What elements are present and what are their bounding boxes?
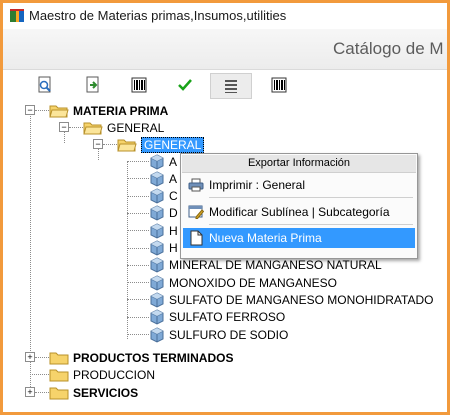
tree-item-label: SULFATO FERROSO <box>169 310 286 325</box>
barcode-button[interactable] <box>127 73 151 97</box>
tree-item[interactable]: MINERAL DE MANGANESO NATURAL <box>149 257 382 274</box>
item-cube-icon <box>150 257 164 273</box>
menu-item-print[interactable]: Imprimir : General <box>183 175 415 195</box>
list-icon <box>225 80 237 93</box>
new-document-icon <box>190 230 203 246</box>
catalog-header: Catálogo de M <box>3 29 447 70</box>
tree-item[interactable]: SULFATO FERROSO <box>149 309 285 326</box>
item-cube-icon <box>150 205 164 221</box>
edit-table-icon <box>188 205 204 219</box>
barcode-icon <box>271 77 287 93</box>
menu-item-new[interactable]: Nueva Materia Prima <box>183 228 415 248</box>
item-cube-icon <box>150 275 164 291</box>
tree-label: GENERAL <box>107 120 165 135</box>
item-cube-icon <box>150 240 164 256</box>
tree-label-selected: GENERAL <box>141 136 205 153</box>
item-cube-icon <box>150 188 164 204</box>
tree-item[interactable]: A <box>149 170 177 187</box>
tree-item[interactable]: MONOXIDO DE MANGANESO <box>149 274 337 291</box>
menu-item-label: Nueva Materia Prima <box>209 231 322 245</box>
check-icon <box>178 79 192 91</box>
tree-item-label: A <box>169 154 178 169</box>
menu-item-modify[interactable]: Modificar Sublínea | Subcategoría <box>183 202 415 222</box>
expand-toggle-servicios[interactable]: + <box>25 387 35 397</box>
tree-item[interactable]: A <box>149 153 177 170</box>
tree-label: PRODUCTOS TERMINADOS <box>73 350 234 365</box>
tree-node-materia-prima[interactable]: MATERIA PRIMA <box>49 102 168 119</box>
preview-button[interactable] <box>33 73 57 97</box>
item-cube-icon <box>150 171 164 187</box>
item-cube-icon <box>150 326 164 343</box>
tree-item[interactable]: H <box>149 240 178 257</box>
tree-item-label: H <box>169 223 178 238</box>
tree-label: PRODUCCION <box>73 367 156 382</box>
catalog-title: Catálogo de M <box>333 39 444 58</box>
tree-item-label: D <box>169 206 178 221</box>
menu-header: Exportar Información <box>182 155 416 173</box>
tree-node-produccion[interactable]: PRODUCCION <box>49 366 155 383</box>
tree-item-label: MINERAL DE MANGANESO NATURAL <box>169 258 382 273</box>
barcode-icon <box>131 77 147 93</box>
tree-node-productos-terminados[interactable]: PRODUCTOS TERMINADOS <box>49 349 233 366</box>
window-title: Maestro de Materias primas,Insumos,utili… <box>29 8 287 23</box>
preview-icon <box>38 76 51 93</box>
printer-icon <box>188 178 204 192</box>
expand-toggle-productos[interactable]: + <box>25 352 35 362</box>
folder-open-icon <box>117 139 137 151</box>
tree-item[interactable]: D <box>149 205 178 222</box>
tree-label: MATERIA PRIMA <box>73 103 169 118</box>
tree-node-servicios[interactable]: SERVICIOS <box>49 384 138 401</box>
menu-item-label: Imprimir : General <box>209 178 306 192</box>
title-bar: Maestro de Materias primas,Insumos,utili… <box>3 3 447 29</box>
confirm-button[interactable] <box>173 73 197 97</box>
item-cube-icon <box>150 153 164 170</box>
item-cube-icon <box>150 309 164 325</box>
tree-item-label: H <box>169 241 178 255</box>
item-cube-icon <box>150 223 164 239</box>
barcode-button-2[interactable] <box>267 73 291 97</box>
tree-node-general-selected[interactable]: GENERAL <box>117 136 205 153</box>
folder-icon <box>49 352 69 364</box>
tree-item[interactable]: H <box>149 222 178 239</box>
folder-icon <box>49 369 69 381</box>
tree-item-label: C <box>169 189 178 204</box>
list-button[interactable] <box>210 73 252 99</box>
collapse-toggle-general[interactable]: − <box>59 122 69 132</box>
tree-item-label: A <box>169 171 178 186</box>
folder-icon <box>49 387 69 399</box>
toolbar <box>3 70 447 100</box>
window-frame: Maestro de Materias primas,Insumos,utili… <box>0 0 450 415</box>
item-cube-icon <box>150 292 164 308</box>
app-icon <box>10 9 24 22</box>
tree-item-label: SULFURO DE SODIO <box>169 327 289 342</box>
tree-item-label: SULFATO DE MANGANESO MONOHIDRATADO <box>169 292 434 307</box>
tree-item[interactable]: SULFURO DE SODIO <box>149 326 288 343</box>
collapse-toggle-materia-prima[interactable]: − <box>25 105 35 115</box>
folder-open-icon <box>83 122 103 134</box>
export-icon <box>86 76 99 93</box>
tree-node-general[interactable]: GENERAL <box>83 119 164 136</box>
export-button[interactable] <box>81 73 105 97</box>
tree-item-label: MONOXIDO DE MANGANESO <box>169 275 338 290</box>
tree-item[interactable]: C <box>149 188 178 205</box>
tree-label: SERVICIOS <box>73 385 139 400</box>
tree-item[interactable]: SULFATO DE MANGANESO MONOHIDRATADO <box>149 291 433 308</box>
context-menu: Exportar Información Imprimir : General … <box>180 153 418 259</box>
menu-item-label: Modificar Sublínea | Subcategoría <box>209 205 390 219</box>
collapse-toggle-general-sub[interactable]: − <box>93 139 103 149</box>
folder-open-icon <box>49 105 69 117</box>
